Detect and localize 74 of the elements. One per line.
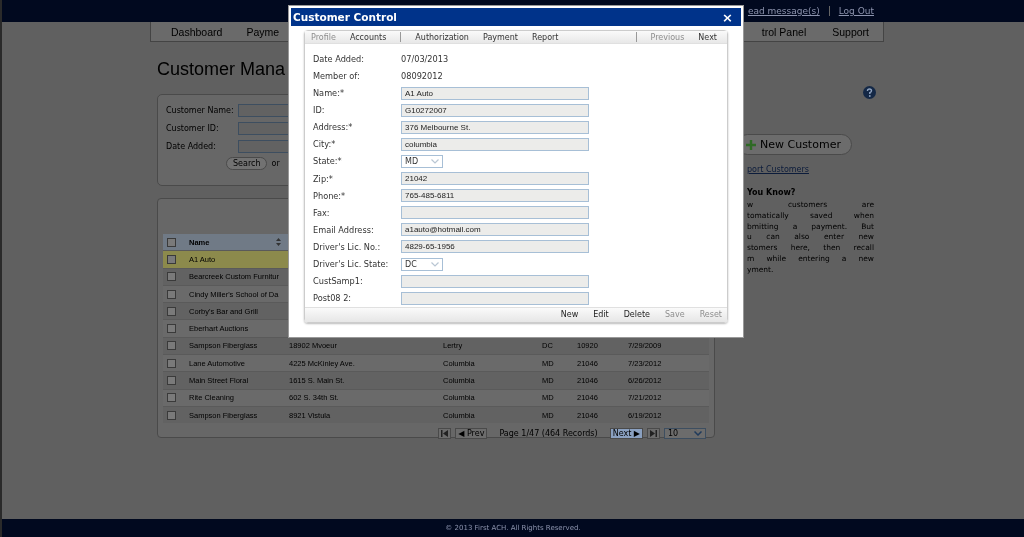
field-value: 08092012 [401, 71, 443, 81]
checkbox[interactable] [167, 393, 176, 403]
input-field[interactable]: 4829-65-1956 [401, 240, 589, 254]
field-value: 07/03/2013 [401, 53, 449, 64]
page-info: Page 1/47 (464 Records) [499, 429, 598, 439]
nav-item[interactable]: Dashboard [171, 25, 223, 38]
last-page-icon[interactable] [647, 428, 660, 440]
state-select[interactable]: MD [401, 154, 443, 168]
field-label: State:* [313, 156, 343, 167]
tab[interactable]: Payment [482, 32, 518, 42]
field-label: Fax: [313, 207, 331, 218]
field-label: CustSamp1: [313, 276, 364, 287]
field-label: Customer ID: [166, 124, 220, 133]
first-page-icon[interactable] [438, 428, 452, 440]
action-link[interactable]: New [560, 310, 579, 320]
tab[interactable]: Accounts [349, 32, 387, 42]
checkbox[interactable] [167, 341, 176, 351]
nav-item[interactable]: Payme [246, 25, 280, 38]
checkbox[interactable] [167, 376, 176, 385]
checkbox[interactable] [167, 358, 176, 368]
tab[interactable]: Authorization [415, 32, 469, 42]
plus-icon [746, 139, 756, 150]
top-link[interactable]: ead message(s) [747, 6, 820, 16]
field-label: Date Added: [313, 53, 366, 64]
field-label: ID: [313, 105, 326, 116]
dialog-title: Customer Control [293, 11, 397, 23]
input-field[interactable]: columbia [401, 137, 589, 151]
input-field[interactable]: A1 Auto [401, 86, 589, 100]
field-label: Name:* [313, 88, 345, 99]
field-label: Phone:* [313, 190, 347, 201]
field-label: Customer Name: [166, 106, 235, 115]
nav-item[interactable]: trol Panel [761, 25, 807, 38]
action-link[interactable]: Delete [623, 310, 650, 320]
checkbox[interactable] [167, 272, 176, 282]
input-field[interactable]: 376 Melbourne St. [401, 120, 589, 134]
record-nav-link[interactable]: Next [698, 32, 717, 42]
prev-button[interactable]: ◀ Prev [455, 428, 488, 440]
input-field[interactable] [401, 291, 589, 305]
checkbox[interactable] [167, 254, 176, 264]
checkbox[interactable] [167, 306, 176, 316]
state-select[interactable]: DC [401, 257, 443, 271]
input-field[interactable] [401, 206, 589, 220]
page-size-select[interactable]: 10 [664, 428, 706, 440]
field-label: Address:* [313, 122, 354, 133]
input-field[interactable] [401, 274, 589, 288]
input-field[interactable]: G10272007 [401, 103, 589, 117]
help-icon[interactable] [863, 86, 876, 99]
sort-icon[interactable] [276, 238, 281, 247]
checkbox[interactable] [167, 324, 176, 334]
checkbox[interactable] [167, 289, 176, 299]
field-label: Email Address: [313, 224, 375, 235]
tip-title: You Know? [747, 188, 797, 197]
input-field[interactable]: a1auto@hotmail.com [401, 223, 589, 237]
search-button[interactable]: Search [226, 157, 268, 170]
page-title: Customer Mana [157, 59, 286, 80]
caret-icon[interactable] [694, 431, 702, 437]
nav-item[interactable]: Support [832, 25, 869, 38]
field-label: City:* [313, 139, 337, 150]
action-link[interactable]: Edit [593, 310, 609, 320]
checkbox[interactable] [167, 410, 176, 420]
or-text: or [271, 159, 280, 168]
input-field[interactable]: 765-485-6811 [401, 189, 589, 203]
field-label: Driver's Lic. State: [313, 259, 390, 269]
close-icon[interactable]: × [722, 9, 733, 25]
field-label: Driver's Lic. No.: [313, 241, 382, 252]
next-button[interactable]: Next ▶ [609, 428, 643, 440]
field-label: Member of: [313, 71, 361, 81]
field-label: Zip:* [313, 173, 334, 184]
tab[interactable]: Report [531, 32, 559, 42]
input-field[interactable]: 21042 [401, 172, 589, 186]
field-label: Date Added: [166, 142, 217, 151]
checkbox[interactable] [167, 237, 176, 247]
top-link[interactable]: Log Out [828, 6, 874, 16]
field-label: Post08 2: [313, 293, 353, 304]
